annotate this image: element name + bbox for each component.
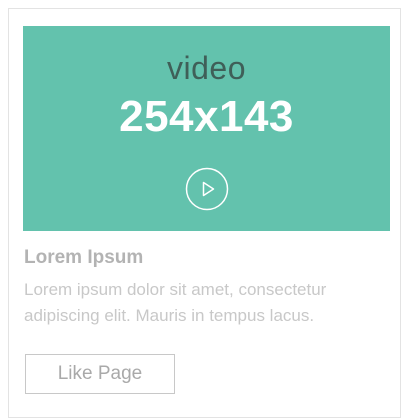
- video-dimensions: 254x143: [119, 92, 294, 141]
- card-description: Lorem ipsum dolor sit amet, consectetur …: [24, 280, 327, 325]
- card-title: Lorem Ipsum: [24, 247, 144, 268]
- video-label: video: [167, 50, 246, 86]
- video-placeholder[interactable]: video 254x143: [23, 26, 390, 231]
- post-card: video 254x143 Lorem Ipsum Lorem ipsum do…: [8, 8, 401, 418]
- like-page-button[interactable]: Like Page: [25, 354, 175, 394]
- play-circle-icon[interactable]: [185, 167, 229, 211]
